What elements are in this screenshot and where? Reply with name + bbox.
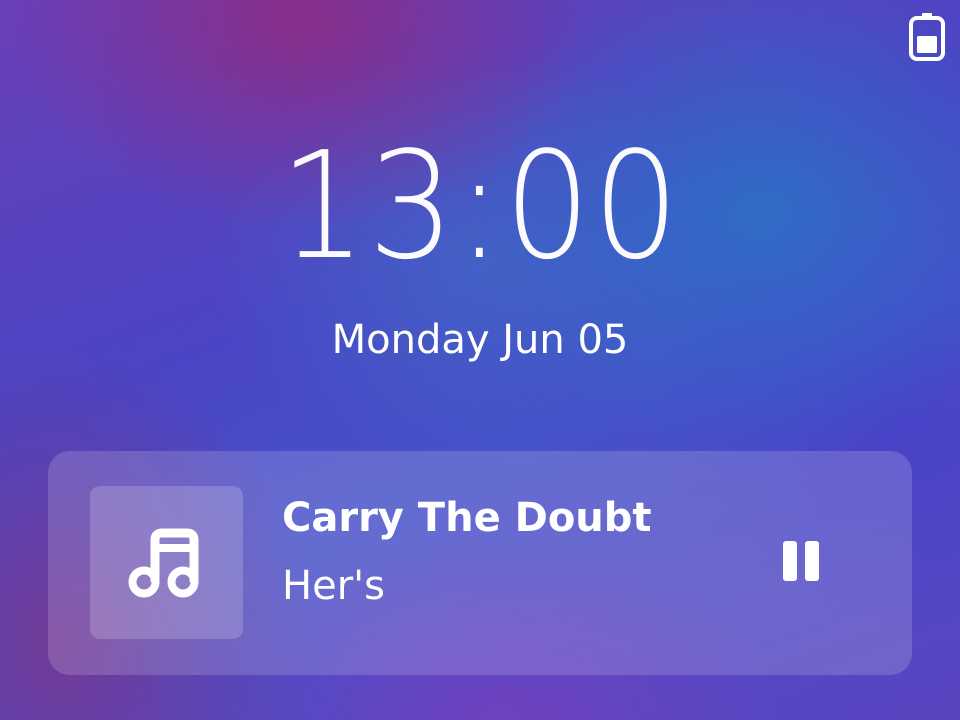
pause-icon-bar — [805, 541, 819, 581]
lock-screen-clock: 13:00 — [0, 126, 960, 286]
track-title: Carry The Doubt — [282, 495, 652, 541]
track-artist: Her's — [282, 563, 385, 609]
album-art — [90, 486, 243, 639]
pause-button[interactable] — [770, 529, 832, 591]
battery-icon — [907, 12, 947, 62]
clock-time: 13:00 — [279, 120, 681, 292]
music-note-icon — [128, 528, 199, 598]
media-player-card[interactable]: Carry The Doubt Her's — [48, 451, 912, 675]
pause-icon — [783, 541, 797, 581]
lock-screen-date: Monday Jun 05 — [331, 317, 629, 363]
